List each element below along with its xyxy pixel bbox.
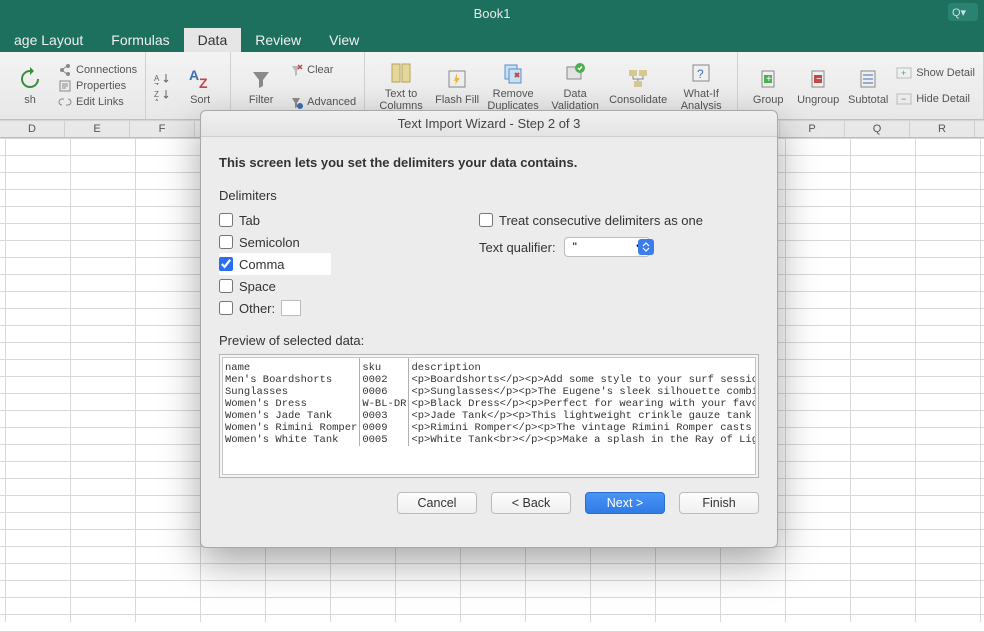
delimiters-heading: Delimiters	[219, 188, 759, 203]
svg-text:A: A	[154, 98, 160, 101]
text-to-columns-button[interactable]: Text to Columns	[373, 60, 429, 112]
search-icon: Q▾	[952, 6, 966, 19]
advanced-filter-button[interactable]: Advanced	[289, 95, 356, 109]
flash-fill-icon	[444, 66, 470, 92]
whatif-icon: ?	[688, 60, 714, 86]
delimiter-semicolon-checkbox[interactable]: Semicolon	[219, 231, 479, 253]
group-button[interactable]: +Group	[746, 66, 790, 106]
preview-box: nameskudescription Men's Boardshorts0002…	[219, 354, 759, 478]
window-title: Book1	[474, 6, 511, 21]
tab-formulas[interactable]: Formulas	[97, 28, 183, 52]
col-header[interactable]: Q	[845, 121, 910, 137]
col-header[interactable]: F	[130, 121, 195, 137]
tab-view[interactable]: View	[315, 28, 373, 52]
ribbon-tabstrip: age Layout Formulas Data Review View	[0, 26, 984, 52]
svg-text:?: ?	[697, 67, 704, 81]
dialog-instruction: This screen lets you set the delimiters …	[219, 155, 759, 170]
data-validation-icon	[562, 60, 588, 86]
remove-duplicates-button[interactable]: Remove Duplicates	[485, 60, 541, 112]
delimiter-comma-checkbox[interactable]: Comma	[219, 253, 331, 275]
subtotal-button[interactable]: Subtotal	[846, 66, 890, 106]
ribbon-group-datatools: Text to Columns Flash Fill Remove Duplic…	[365, 52, 738, 119]
svg-text:Z: Z	[199, 75, 208, 91]
svg-text:Z: Z	[154, 82, 159, 85]
show-detail-button[interactable]: +Show Detail	[896, 67, 975, 79]
properties-button[interactable]: Properties	[58, 79, 137, 93]
svg-text:+: +	[766, 74, 772, 85]
refresh-icon	[17, 66, 43, 92]
subtotal-icon	[855, 66, 881, 92]
delimiter-other-input[interactable]	[281, 300, 301, 316]
ribbon-group-filter: Filter Clear Advanced	[231, 52, 365, 119]
hide-detail-button[interactable]: −Hide Detail	[896, 93, 975, 105]
group-icon: +	[755, 66, 781, 92]
dialog-title: Text Import Wizard - Step 2 of 3	[201, 111, 777, 137]
ungroup-button[interactable]: −Ungroup	[796, 66, 840, 106]
ungroup-icon: −	[805, 66, 831, 92]
window-titlebar: Book1 Q▾	[0, 0, 984, 26]
next-button[interactable]: Next >	[585, 492, 665, 514]
back-button[interactable]: < Back	[491, 492, 571, 514]
col-header[interactable]: P	[780, 121, 845, 137]
connections-button[interactable]: Connections	[58, 63, 137, 77]
text-to-columns-icon	[388, 60, 414, 86]
search-box[interactable]: Q▾	[948, 3, 978, 21]
treat-consecutive-checkbox[interactable]: Treat consecutive delimiters as one	[479, 209, 759, 231]
ribbon-group-sort: AZ ZA AZ Sort	[146, 52, 231, 119]
text-import-wizard-dialog: Text Import Wizard - Step 2 of 3 This sc…	[200, 110, 778, 548]
consolidate-icon	[625, 66, 651, 92]
sort-icon: AZ	[187, 66, 213, 92]
tab-review[interactable]: Review	[241, 28, 315, 52]
data-validation-button[interactable]: Data Validation	[547, 60, 603, 112]
filter-icon	[248, 66, 274, 92]
preview-label: Preview of selected data:	[219, 333, 759, 348]
text-qualifier-select[interactable]: "	[564, 237, 650, 257]
sort-asc-button[interactable]: AZ	[154, 71, 172, 85]
preview-table: nameskudescription Men's Boardshorts0002…	[223, 358, 756, 446]
clear-filter-button[interactable]: Clear	[289, 63, 356, 77]
tab-page-layout[interactable]: age Layout	[0, 28, 97, 52]
remove-duplicates-icon	[500, 60, 526, 86]
sort-desc-button[interactable]: ZA	[154, 87, 172, 101]
edit-links-button[interactable]: Edit Links	[58, 95, 137, 109]
ribbon-group-outline: +Group −Ungroup Subtotal +Show Detail −H…	[738, 52, 984, 119]
delimiter-other-checkbox[interactable]: Other:	[219, 297, 479, 319]
delimiter-space-checkbox[interactable]: Space	[219, 275, 479, 297]
sort-button[interactable]: AZ Sort	[178, 66, 222, 106]
finish-button[interactable]: Finish	[679, 492, 759, 514]
whatif-button[interactable]: ?What-If Analysis	[673, 60, 729, 112]
delimiter-tab-checkbox[interactable]: Tab	[219, 209, 479, 231]
svg-text:−: −	[816, 74, 822, 85]
col-header[interactable]: E	[65, 121, 130, 137]
svg-text:+: +	[901, 68, 906, 78]
svg-text:A: A	[189, 67, 199, 83]
text-qualifier-label: Text qualifier:	[479, 240, 556, 255]
consolidate-button[interactable]: Consolidate	[609, 66, 667, 106]
svg-text:−: −	[901, 94, 906, 104]
flash-fill-button[interactable]: Flash Fill	[435, 66, 479, 106]
tab-data[interactable]: Data	[184, 28, 242, 52]
col-header[interactable]: D	[0, 121, 65, 137]
filter-button[interactable]: Filter	[239, 66, 283, 106]
col-header[interactable]: R	[910, 121, 975, 137]
refresh-all-button[interactable]: sh	[8, 66, 52, 106]
cancel-button[interactable]: Cancel	[397, 492, 477, 514]
ribbon-group-connections: sh Connections Properties Edit Links	[0, 52, 146, 119]
